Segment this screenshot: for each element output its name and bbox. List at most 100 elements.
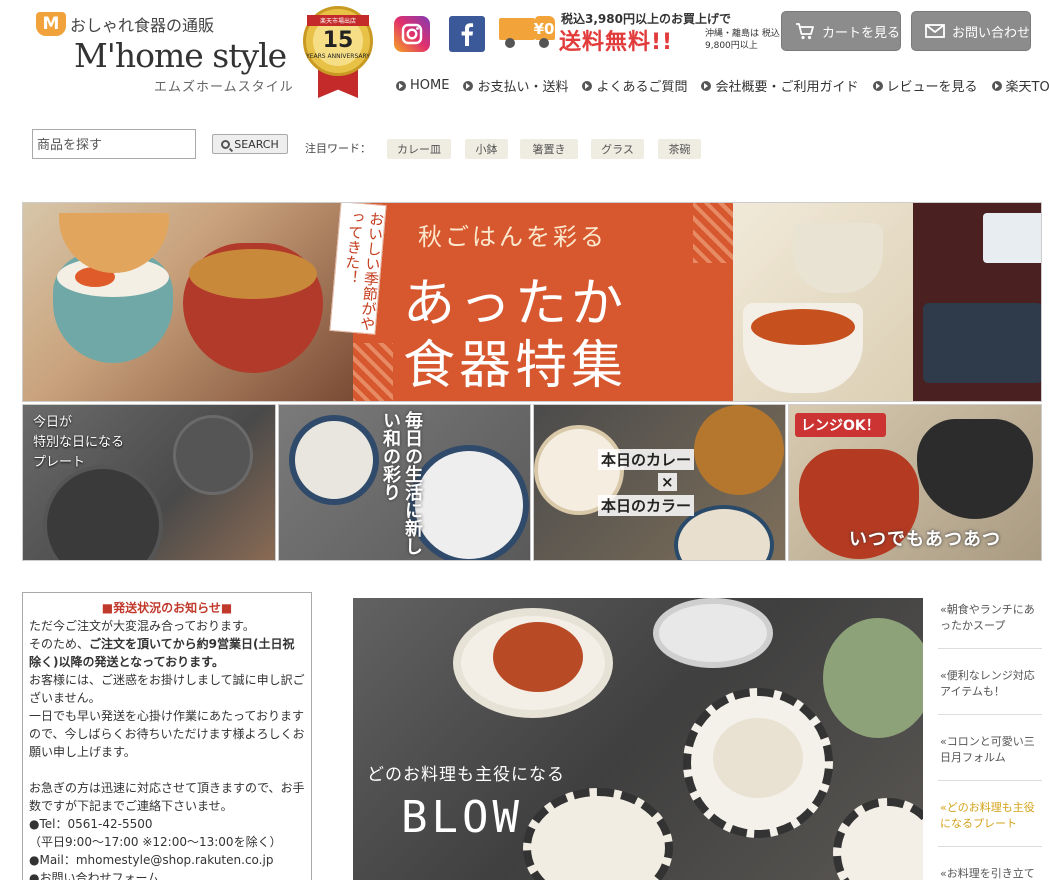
soup-cup: [793, 223, 883, 293]
arrow-icon: [701, 80, 712, 91]
nav-label: よくあるご質問: [596, 80, 688, 95]
cart-button[interactable]: カートを見る: [781, 11, 901, 51]
sub-banner-1-text: 今日が 特別な日になる プレート: [33, 415, 125, 470]
cart-icon: [796, 23, 814, 40]
nav-home[interactable]: HOME: [396, 76, 449, 95]
notice-form-link[interactable]: ●お問い合わせフォーム: [29, 869, 305, 880]
arrow-icon: [463, 80, 474, 91]
notice-prefix: そのため、: [29, 637, 90, 651]
veggie-plate: [833, 798, 923, 880]
hero-banner[interactable]: おいしい季節がやってきた！ 秋ごはんを彩る あったか 食器特集: [22, 202, 1042, 402]
search-button[interactable]: SEARCH: [212, 134, 288, 154]
side-link[interactable]: «コロンと可愛い三日月フォルム: [938, 732, 1042, 781]
side-link[interactable]: «朝食やランチにあったかスープ: [938, 600, 1042, 649]
nav-faq[interactable]: よくあるご質問: [582, 76, 687, 95]
search-input[interactable]: [32, 129, 196, 159]
keywords-label: 注目ワード：: [305, 142, 371, 155]
notice-title: ■発送状況のお知らせ■: [101, 601, 233, 615]
sub-banner-microwave[interactable]: レンジOK！ いつでもあつあつ: [788, 404, 1042, 561]
nav-reviews[interactable]: レビューを見る: [872, 76, 978, 95]
notice-mail[interactable]: ●Mail：mhomestyle@shop.rakuten.co.jp: [29, 851, 305, 869]
side-link-active[interactable]: «どのお料理も主役になるプレート: [938, 798, 1042, 847]
sub-banner-curry[interactable]: 本日のカレー × 本日のカラー: [533, 404, 786, 561]
notice-paragraph: お急ぎの方は迅速に対応させて頂きますので、お手数ですが下記までご連絡下さいませ。: [29, 781, 305, 813]
sub-banner-3-x: ×: [658, 473, 677, 491]
side-links: «朝食やランチにあったかスープ «便利なレンジ対応アイテムも！ «コロンと可愛い…: [938, 598, 1042, 880]
notice-tel[interactable]: ●Tel：0561-42-5500: [29, 815, 305, 833]
sub-banner-4-text: いつでもあつあつ: [849, 529, 1001, 550]
sub-banner-japanese[interactable]: 毎日の生活に新しい和の彩り: [278, 404, 531, 561]
contact-button[interactable]: お問い合わせ: [911, 11, 1031, 51]
search-button-label: SEARCH: [234, 137, 279, 151]
nav-payment[interactable]: お支払い・送料: [463, 76, 568, 95]
arrow-icon: [396, 80, 406, 91]
notice-paragraph: お客様には、ご迷惑をお掛けしまして誠に申し訳ございません。: [29, 673, 305, 705]
pattern-decoration: [353, 343, 393, 401]
nav-label: レビューを見る: [886, 80, 978, 95]
instagram-icon[interactable]: [394, 16, 430, 52]
badge-years: YEARS ANNIVERSARY: [306, 53, 370, 60]
arrow-icon: [582, 80, 593, 91]
sub-banner-4-badge: レンジOK！: [795, 413, 886, 437]
tomato-soup: [751, 309, 855, 345]
blue-rim-plate: [289, 415, 379, 505]
nav-label: 会社概要・ご利用ガイド: [715, 80, 859, 95]
logo-kana: エムズホームスタイル: [154, 80, 294, 95]
truck-icon: ¥0: [499, 16, 557, 48]
keyword-tag[interactable]: 茶碗: [658, 139, 701, 159]
keyword-tag[interactable]: 箸置き: [520, 139, 578, 159]
small-plate: [173, 415, 253, 495]
contact-button-label: お問い合わせ: [952, 25, 1031, 41]
nav-label: 楽天TOP: [1005, 80, 1049, 95]
nav-company[interactable]: 会社概要・ご利用ガイド: [701, 76, 859, 95]
notice-paragraph: 一日でも早い発送を心掛け作業にあたっておりますので、今しばらくお待ちいただけます…: [29, 709, 305, 759]
flower-decoration: [823, 618, 923, 738]
notice-paragraph: ただ今ご注文が大変混み合っております。: [29, 619, 255, 633]
hero-title-line2: 食器特集: [403, 336, 628, 396]
side-link[interactable]: «お料理を引き立て: [938, 864, 1042, 880]
logo-tagline: おしゃれ食器の通販: [70, 16, 215, 35]
shipping-yen: ¥0: [533, 20, 555, 38]
hero-subtitle: 秋ごはんを彩る: [418, 223, 607, 251]
facebook-icon[interactable]: [449, 16, 485, 52]
feature-banner-blow[interactable]: どのお料理も主役になる BLOW: [353, 598, 923, 880]
sub-banner-2-text: 毎日の生活に新しい和の彩り: [380, 411, 423, 555]
logo-title: M'home style: [74, 36, 287, 75]
sub-banner-plate[interactable]: 今日が 特別な日になる プレート: [22, 404, 276, 561]
hero-photo-left: [23, 203, 353, 401]
shipping-free-text: 送料無料!!: [559, 30, 674, 55]
notice-paragraph: そのため、ご注文を頂いてから約9営業日(土日祝除く)以降の発送となっております。: [29, 635, 305, 671]
keyword-tag[interactable]: グラス: [591, 139, 644, 159]
white-dish: [983, 213, 1041, 263]
feature-brand: BLOW: [401, 792, 523, 843]
dark-plate: [43, 465, 163, 560]
blue-rim-plate: [409, 445, 529, 560]
nav-label: HOME: [410, 78, 450, 93]
shop-logo[interactable]: M おしゃれ食器の通販 M'home style エムズホームスタイル: [36, 10, 296, 96]
logo-mark: M: [36, 12, 66, 36]
free-shipping-banner: ¥0 税込3,980円以上のお買上げで 送料無料!! 沖縄・離島は 税込9,80…: [499, 10, 783, 55]
anniversary-badge: 楽天市場出店 15 YEARS ANNIVERSARY: [303, 6, 373, 98]
arrow-icon: [872, 80, 883, 91]
cart-button-label: カートを見る: [822, 25, 901, 41]
notice-hours: （平日9:00～17:00 ※12:00～13:00を除く）: [29, 835, 282, 849]
shipping-note: 沖縄・離島は 税込9,800円以上: [705, 29, 780, 51]
pancake-plate: [523, 788, 673, 880]
black-soup-bowl: [917, 419, 1033, 519]
miso-soup: [189, 249, 317, 299]
sub-banners: 今日が 特別な日になる プレート 毎日の生活に新しい和の彩り 本日のカレー × …: [22, 404, 1042, 561]
white-plate: [653, 598, 773, 668]
arrow-icon: [991, 80, 1002, 91]
sub-banner-3-line1: 本日のカレー: [598, 449, 695, 470]
yogurt: [713, 718, 803, 798]
hero-photo-right: [733, 203, 1041, 401]
instagram-glyph: [401, 23, 423, 45]
pasta: [493, 622, 583, 692]
keyword-tag[interactable]: 小鉢: [465, 139, 508, 159]
nav-label: お支払い・送料: [477, 80, 569, 95]
mail-icon: [925, 24, 945, 38]
nav-rakuten-top[interactable]: 楽天TOP: [991, 76, 1049, 95]
keyword-tag[interactable]: カレー皿: [387, 139, 451, 159]
feature-caption: どのお料理も主役になる: [367, 765, 565, 785]
side-link[interactable]: «便利なレンジ対応アイテムも！: [938, 666, 1042, 715]
